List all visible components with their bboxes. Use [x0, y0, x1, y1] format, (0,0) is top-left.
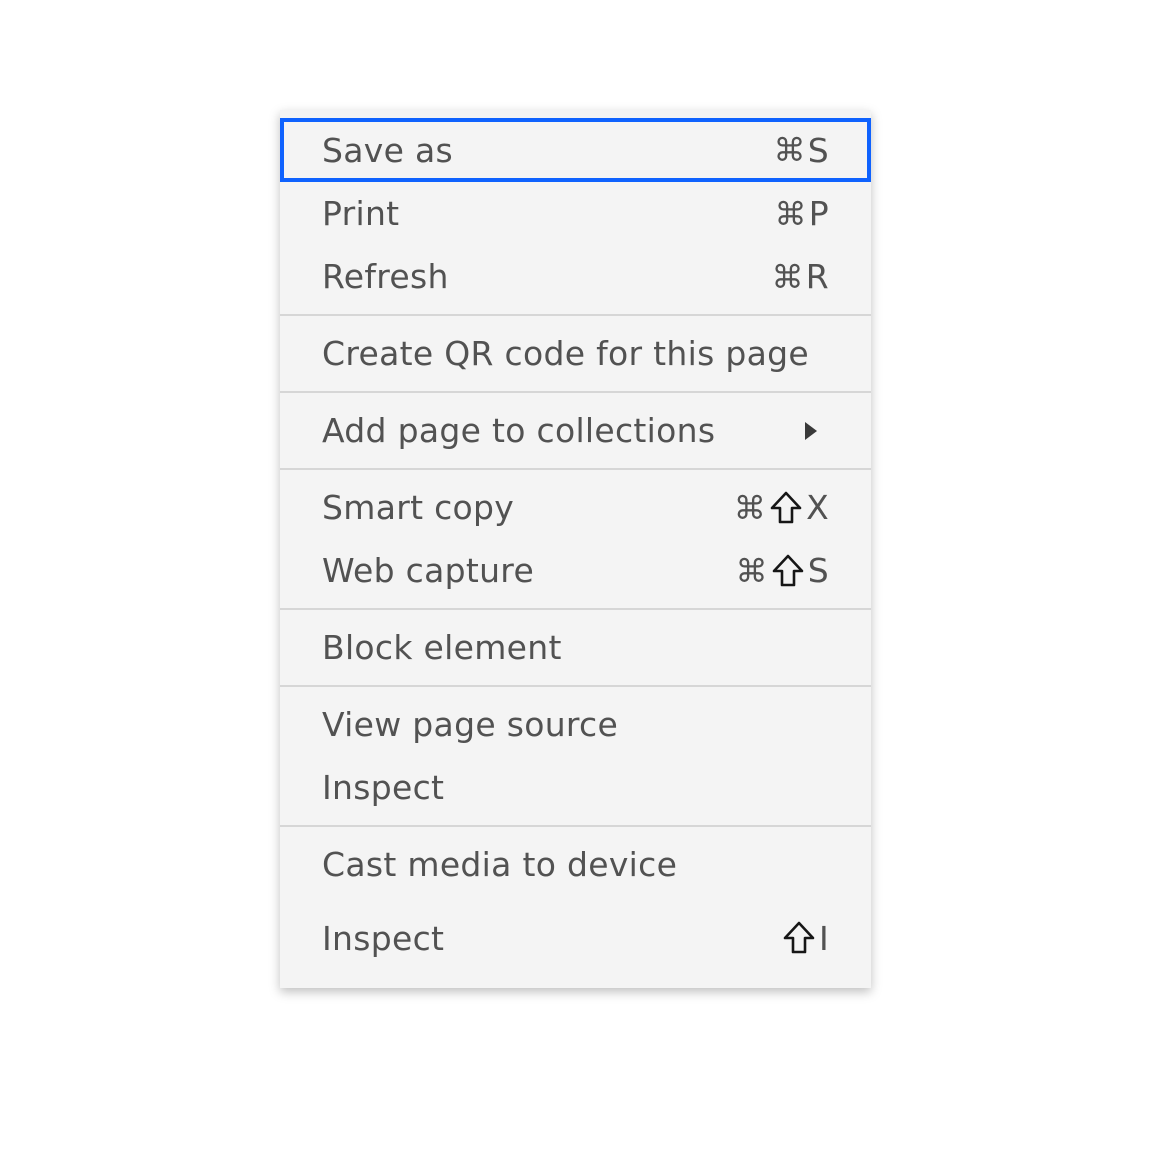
menu-item-print[interactable]: Print ⌘ P [280, 182, 871, 245]
menu-item-label: Inspect [322, 918, 445, 958]
menu-item-label: Add page to collections [322, 411, 716, 450]
menu-item-block-element[interactable]: Block element [280, 616, 871, 679]
menu-item-inspect-2[interactable]: Inspect I [280, 896, 871, 980]
command-icon: ⌘ [774, 194, 807, 233]
shortcut: ⌘ S [773, 131, 829, 170]
shortcut: ⌘ S [735, 551, 829, 590]
menu-item-add-to-collections[interactable]: Add page to collections [280, 399, 871, 462]
menu-item-label: Save as [322, 130, 454, 170]
menu-item-label: Print [322, 194, 400, 233]
command-icon: ⌘ [771, 257, 804, 296]
shift-icon [768, 490, 804, 526]
shortcut: ⌘ P [774, 194, 829, 233]
menu-group-collections: Add page to collections [280, 393, 871, 470]
menu-item-label: Refresh [322, 257, 449, 296]
shortcut: ⌘ R [771, 257, 829, 296]
menu-group-developer: View page source Inspect [280, 687, 871, 827]
command-icon: ⌘ [773, 131, 806, 169]
menu-group-capture: Smart copy ⌘ X Web capture ⌘ S [280, 470, 871, 610]
menu-item-label: Block element [322, 628, 562, 667]
shortcut-key: S [807, 551, 829, 590]
menu-item-create-qr-code[interactable]: Create QR code for this page [280, 322, 871, 385]
menu-group-file: Save as ⌘ S Print ⌘ P Refresh ⌘ R [280, 118, 871, 316]
shortcut: ⌘ X [734, 488, 829, 527]
menu-item-label: Web capture [322, 551, 535, 590]
menu-item-cast-media[interactable]: Cast media to device [280, 833, 871, 896]
caret-right-icon [805, 421, 817, 440]
context-menu: Save as ⌘ S Print ⌘ P Refresh ⌘ R Create… [280, 110, 871, 988]
shortcut-key: X [806, 488, 829, 527]
menu-item-save-as[interactable]: Save as ⌘ S [280, 118, 871, 182]
shortcut-key: P [808, 194, 829, 233]
shift-icon [781, 920, 817, 956]
shortcut: I [781, 919, 829, 958]
command-icon: ⌘ [735, 551, 768, 590]
menu-item-label: Cast media to device [322, 845, 678, 884]
menu-group-block: Block element [280, 610, 871, 687]
menu-group-qr: Create QR code for this page [280, 316, 871, 393]
menu-item-label: Inspect [322, 768, 445, 807]
menu-item-label: Smart copy [322, 488, 515, 527]
menu-item-label: Create QR code for this page [322, 334, 809, 373]
shift-icon [770, 553, 806, 589]
menu-item-inspect[interactable]: Inspect [280, 756, 871, 819]
menu-item-refresh[interactable]: Refresh ⌘ R [280, 245, 871, 308]
shortcut-key: S [807, 130, 829, 170]
menu-group-cast: Cast media to device Inspect I [280, 827, 871, 980]
shortcut-key: R [805, 257, 829, 296]
shortcut-key: I [818, 918, 829, 958]
menu-item-smart-copy[interactable]: Smart copy ⌘ X [280, 476, 871, 539]
menu-item-view-page-source[interactable]: View page source [280, 693, 871, 756]
command-icon: ⌘ [733, 488, 767, 527]
menu-item-label: View page source [322, 705, 619, 744]
menu-item-web-capture[interactable]: Web capture ⌘ S [280, 539, 871, 602]
